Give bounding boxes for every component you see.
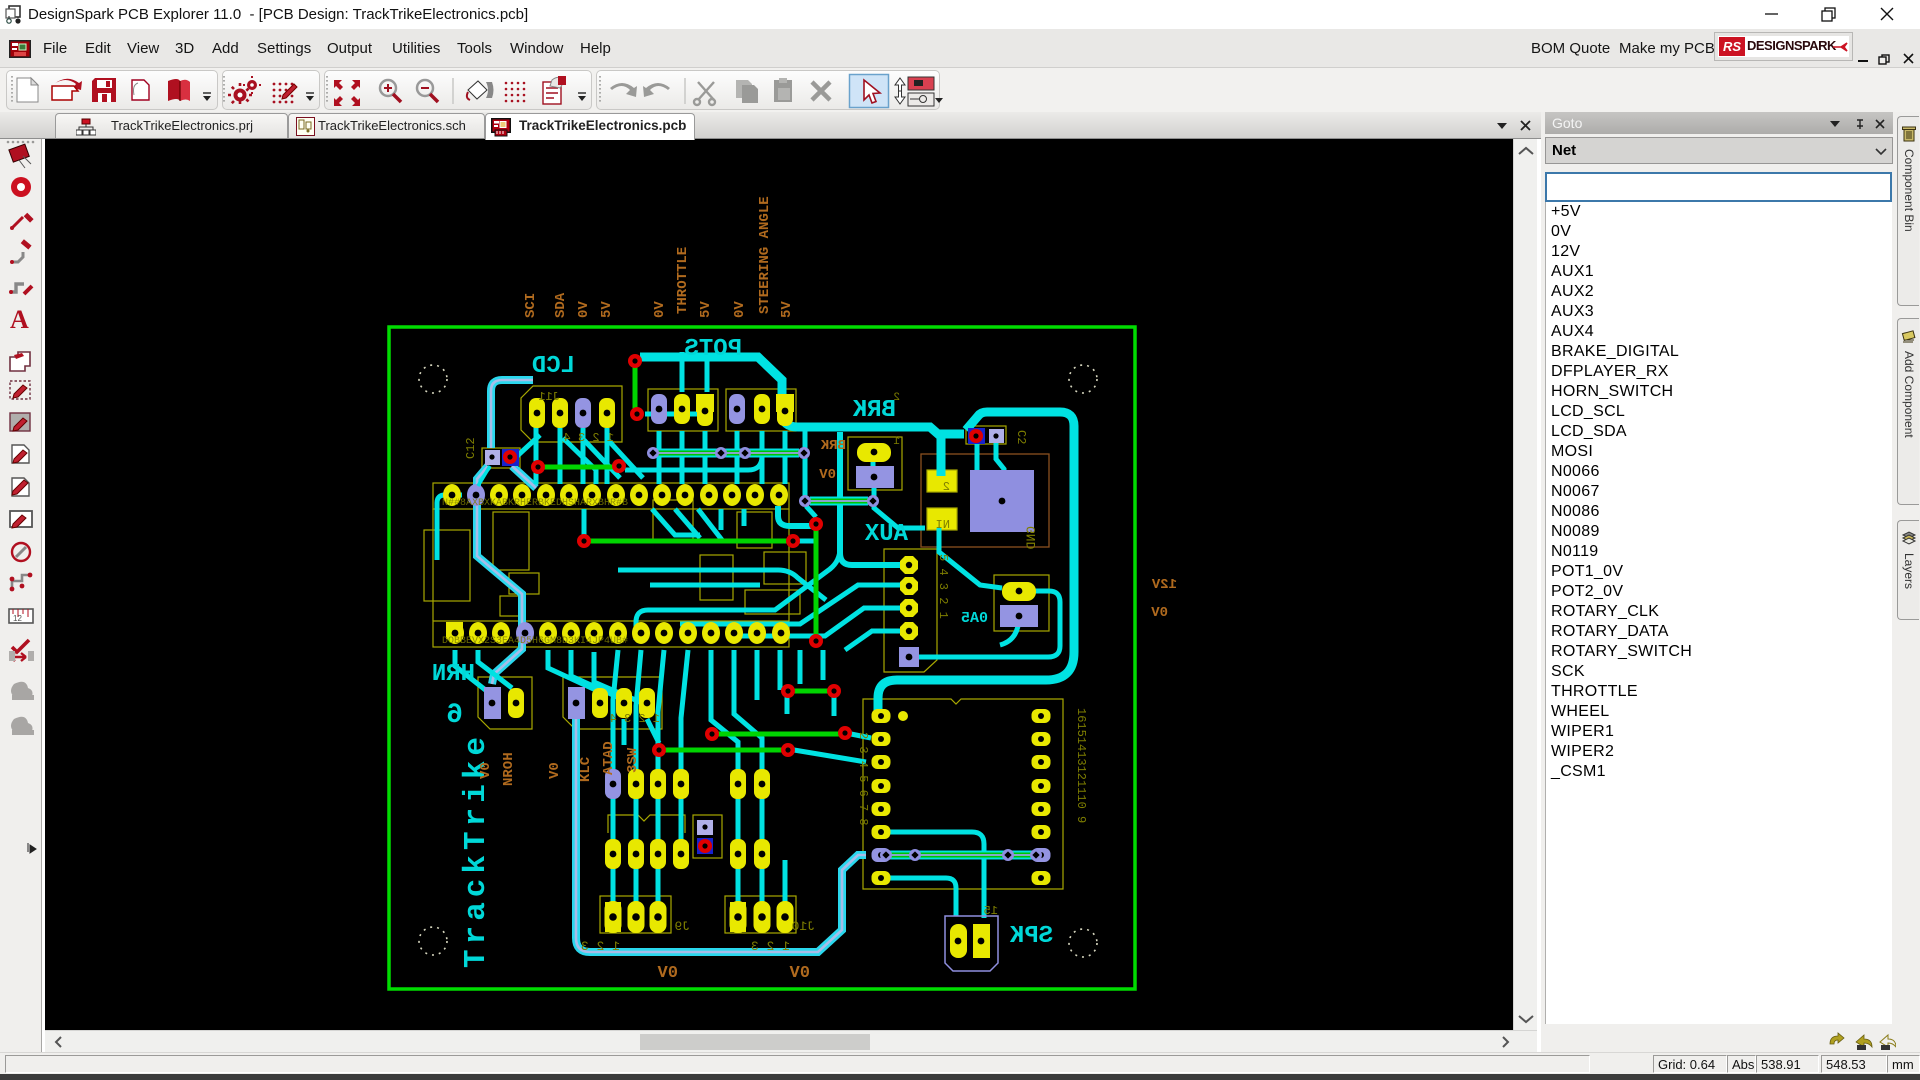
svg-text:SCI: SCI: [523, 293, 539, 318]
svg-text:1 2 3 4: 1 2 3 4: [564, 431, 614, 445]
svg-text:5V: 5V: [698, 301, 714, 318]
svg-text:0V: 0V: [789, 964, 810, 983]
svg-text:J9: J9: [674, 919, 690, 934]
svg-text:J10: J10: [792, 919, 815, 934]
svg-text:A: A: [10, 305, 29, 334]
svg-text:0A5: 0A5: [961, 610, 988, 627]
svg-text:N##8AXBXKABKRHERBKEDHSHARXBHR#: N##8AXBXKABKRHERBKEDHSHARXBHR#B: [442, 498, 628, 509]
svg-text:AUX: AUX: [864, 521, 908, 548]
svg-text:J11: J11: [538, 390, 560, 404]
svg-text:STEERING ANGLE: STEERING ANGLE: [757, 196, 773, 314]
svg-text:GND: GND: [1024, 526, 1039, 550]
svg-text:THROTTLE: THROTTLE: [675, 247, 691, 314]
svg-text:3SW: 3SW: [625, 747, 641, 773]
svg-text:C12: C12: [464, 437, 478, 459]
svg-text:POTS: POTS: [684, 336, 742, 363]
svg-text:C2: C2: [1014, 430, 1028, 444]
svg-text:16151413121110 9: 16151413121110 9: [1074, 708, 1088, 823]
svg-text:2 3 4 5 6 7 8: 2 3 4 5 6 7 8: [856, 732, 870, 826]
svg-text:0V: 0V: [732, 301, 748, 318]
svg-text:5V: 5V: [599, 301, 615, 318]
svg-text:5 4 3 2 1: 5 4 3 2 1: [936, 554, 950, 619]
svg-text:0V: 0V: [657, 964, 678, 983]
svg-text:1: 1: [893, 436, 900, 448]
svg-text:SPK: SPK: [1009, 923, 1053, 950]
svg-text:6: 6: [446, 700, 463, 731]
svg-text:KLC: KLC: [578, 756, 594, 782]
svg-text:LCD: LCD: [532, 353, 575, 380]
svg-text:1 2 3: 1 2 3: [581, 939, 620, 954]
svg-text:12V: 12V: [1151, 577, 1177, 593]
svg-text:BRK: BRK: [820, 438, 846, 454]
svg-text:2: 2: [943, 480, 950, 494]
svg-text:NROH: NROH: [501, 752, 517, 786]
svg-text:1 2 3 4: 1 2 3 4: [610, 712, 660, 726]
svg-text:15: 15: [984, 904, 998, 918]
svg-text:V0: V0: [478, 762, 494, 779]
svg-text:0V: 0V: [1151, 605, 1168, 621]
svg-text:2: 2: [893, 392, 900, 404]
svg-text:1 2 3: 1 2 3: [751, 939, 790, 954]
svg-text:V0: V0: [547, 762, 563, 779]
svg-text:NI: NI: [936, 518, 950, 532]
svg-text:12: 12: [13, 614, 22, 623]
svg-text:0V: 0V: [652, 301, 668, 318]
svg-text:DOBBEVX2S3EA4D5H6GM8D3KI4JP4UB: DOBBEVX2S3EA4D5H6GM8D3KI4JP4UB#: [442, 636, 628, 647]
svg-text:BRK: BRK: [852, 397, 896, 424]
svg-text:ATAD: ATAD: [601, 741, 617, 775]
svg-text:0V: 0V: [819, 467, 836, 483]
svg-text:0V: 0V: [576, 301, 592, 318]
svg-text:HRN: HRN: [432, 661, 475, 688]
svg-text:5V: 5V: [779, 301, 795, 318]
svg-text:SDA: SDA: [553, 292, 569, 318]
